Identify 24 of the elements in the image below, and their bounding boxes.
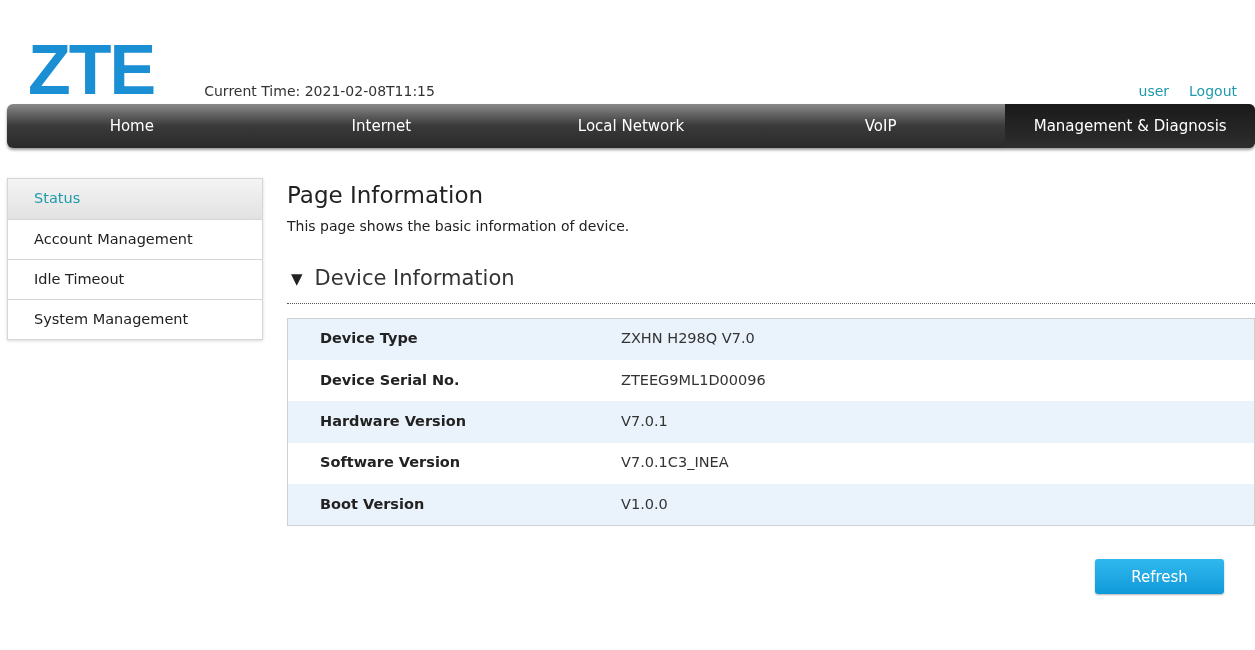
- field-value: ZTEEG9ML1D00096: [621, 370, 766, 390]
- field-label: Boot Version: [319, 494, 426, 514]
- nav-tab[interactable]: Management & Diagnosis: [1005, 104, 1255, 148]
- field-label: Hardware Version: [319, 412, 467, 432]
- field-value: V1.0.0: [621, 494, 668, 514]
- page-description: This page shows the basic information of device.: [287, 217, 631, 236]
- sidebar-item[interactable]: Account Management: [8, 219, 262, 259]
- field-label: Software Version: [319, 453, 462, 473]
- field-value: V7.0.1C3_INEA: [621, 453, 729, 473]
- collapse-toggle[interactable]: ▼: [291, 267, 303, 290]
- page-title: Page Information: [287, 181, 485, 210]
- section-title: Device Information: [314, 265, 515, 292]
- field-label: Device Serial No.: [319, 370, 461, 390]
- nav-tab[interactable]: VoIP: [755, 104, 1006, 148]
- field-value: V7.0.1: [621, 412, 668, 432]
- logo: ZTE: [28, 40, 155, 100]
- field-label: Device Type: [319, 329, 419, 349]
- nav-tab[interactable]: Home: [7, 104, 257, 148]
- nav-tab[interactable]: Local Network: [506, 104, 756, 148]
- sidebar-item[interactable]: Idle Timeout: [8, 259, 262, 299]
- current-time: Current Time: 2021-02-08T11:15: [204, 82, 435, 101]
- field-value: ZXHN H298Q V7.0: [621, 329, 755, 349]
- nav-tab[interactable]: Internet: [256, 104, 507, 148]
- sidebar-item[interactable]: System Management: [8, 299, 262, 339]
